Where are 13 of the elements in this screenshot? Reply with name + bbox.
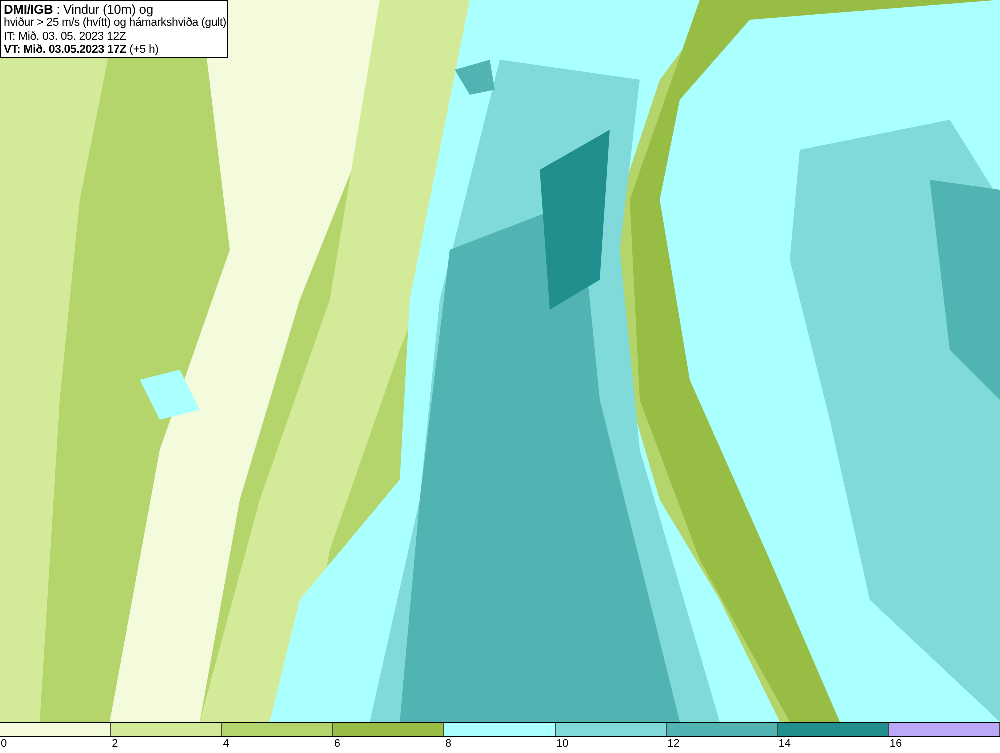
legend-tick-label: 4	[223, 738, 230, 750]
caption-line: IT: Mið. 03. 05. 2023 12Z	[4, 30, 128, 44]
map-title: DMI/IGB : Vindur (10m) og	[4, 2, 154, 17]
legend-tick-label: 6	[334, 738, 340, 750]
caption-line: VT: Mið. 03.05.2023 17Z (+5 h)	[4, 44, 160, 58]
legend-tick-label: 0	[1, 738, 8, 750]
caption-line: hviður > 25 m/s (hvítt) og hámarkshviða (gult)	[4, 17, 224, 30]
legend-tick-label: 10	[556, 738, 569, 750]
legend-tick-label: 16	[890, 738, 902, 750]
legend-tick-label: 2	[112, 738, 118, 750]
legend-tick-label: 12	[668, 738, 680, 750]
legend-tick-label: 8	[445, 738, 452, 750]
legend-tick-label: 14	[778, 738, 792, 750]
